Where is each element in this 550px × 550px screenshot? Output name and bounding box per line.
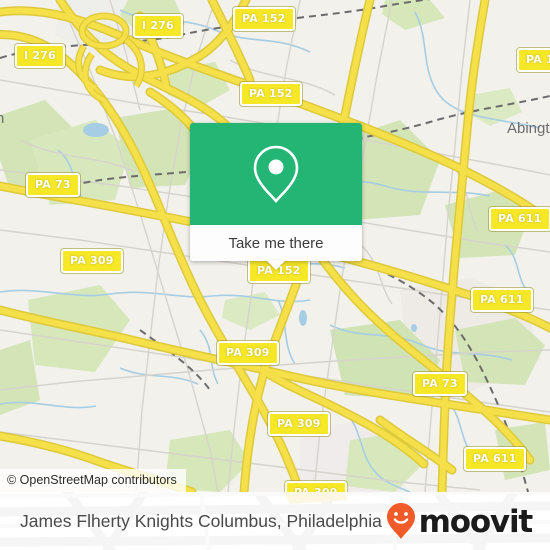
road-shield[interactable]: I 276 (15, 44, 65, 68)
road-shield[interactable]: PA 73 (26, 173, 80, 197)
place-label: Abingt (507, 120, 550, 137)
page-title: James Flherty Knights Columbus, Philadel… (20, 510, 382, 531)
road-shield[interactable]: PA 152 (240, 82, 302, 106)
location-pin-icon (250, 143, 302, 205)
moovit-brand[interactable]: moovit (386, 492, 534, 550)
road-shield[interactable]: PA 611 (471, 288, 533, 312)
popup-footer[interactable]: Take me there (190, 225, 362, 270)
moovit-wordmark: moovit (418, 503, 534, 540)
place-label: n (0, 110, 5, 127)
take-me-there-button[interactable]: Take me there (228, 235, 323, 252)
location-popup[interactable]: Take me there (190, 123, 362, 270)
road-shield[interactable]: PA 152 (517, 48, 550, 72)
popup-header (190, 123, 362, 225)
footer-bar: James Flherty Knights Columbus, Philadel… (0, 492, 550, 550)
road-shield[interactable]: PA 309 (285, 481, 347, 492)
road-shield[interactable]: PA 611 (489, 207, 550, 231)
road-shield[interactable]: PA 611 (464, 447, 526, 471)
road-shield[interactable]: PA 152 (233, 7, 295, 31)
road-shield[interactable]: I 276 (133, 14, 183, 38)
road-shield[interactable]: PA 309 (61, 249, 123, 273)
map-canvas[interactable]: I 276 PA 152 I 276 PA 152 PA 152 PA 73 P… (0, 0, 550, 492)
map-page: I 276 PA 152 I 276 PA 152 PA 152 PA 73 P… (0, 0, 550, 550)
road-shield[interactable]: PA 309 (268, 412, 330, 436)
road-shield[interactable]: PA 309 (217, 341, 279, 365)
moovit-smiley-pin-icon (386, 502, 416, 540)
road-shield[interactable]: PA 73 (413, 372, 467, 396)
popup-tail (266, 260, 286, 270)
map-attribution[interactable]: © OpenStreetMap contributors (0, 469, 186, 492)
